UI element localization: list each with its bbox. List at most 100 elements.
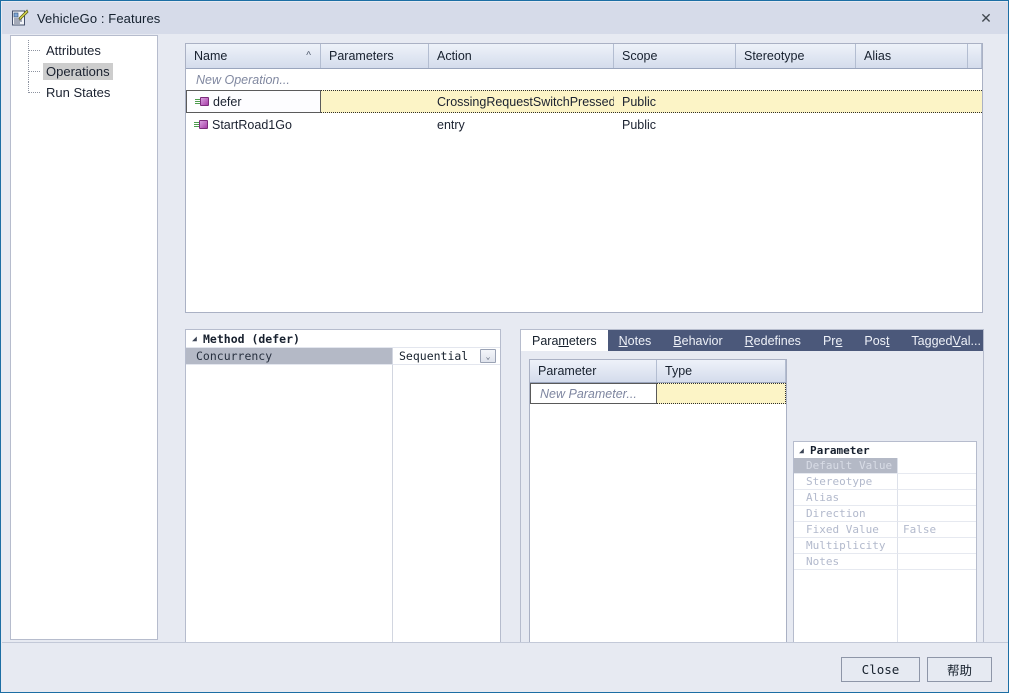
parameter-property-label: Fixed Value: [794, 522, 898, 538]
dialog-body: Attributes Operations Run States Name ^ Para…: [2, 34, 1008, 668]
operation-icon: [194, 119, 208, 131]
parameter-property-row[interactable]: Multiplicity: [794, 538, 976, 554]
sidebar-item-run-states[interactable]: Run States: [11, 82, 157, 103]
new-operation-input[interactable]: New Operation...: [186, 69, 321, 90]
param-column-header-parameter[interactable]: Parameter: [530, 360, 657, 382]
column-header-scope[interactable]: Scope: [614, 44, 736, 68]
cell-scope[interactable]: Public: [614, 113, 736, 136]
tab-tagged-val[interactable]: Tagged Val...: [900, 330, 983, 351]
chevron-down-icon[interactable]: ⌄: [480, 349, 496, 363]
operation-name-label: defer: [213, 94, 242, 109]
parameter-property-value[interactable]: [898, 554, 976, 570]
column-header-stereotype[interactable]: Stereotype: [736, 44, 856, 68]
parameter-group-header[interactable]: ◢ Parameter: [794, 442, 976, 458]
operations-grid-header: Name ^ Parameters Action Scope Stereotype Alia…: [186, 44, 982, 69]
parameter-property-value[interactable]: [898, 458, 976, 474]
cell-action[interactable]: CrossingRequestSwitchPressed: [429, 91, 614, 112]
property-value-text: Sequential: [399, 349, 469, 363]
column-header-name[interactable]: Name ^: [186, 44, 321, 68]
parameter-property-row[interactable]: Direction: [794, 506, 976, 522]
method-filler-left: [186, 365, 393, 667]
collapse-twisty-icon[interactable]: ◢: [192, 334, 203, 343]
parameters-grid: Parameter Type New Parameter...: [529, 359, 787, 649]
tree-list: Attributes Operations Run States: [11, 36, 157, 103]
column-header-action[interactable]: Action: [429, 44, 614, 68]
tree-item-label: Attributes: [46, 43, 101, 58]
column-header-label: Parameters: [329, 49, 394, 63]
tree-item-label: Operations: [43, 63, 113, 80]
tab-pre[interactable]: Pr e: [812, 330, 853, 351]
cell-action[interactable]: entry: [429, 113, 614, 136]
cell-stereotype[interactable]: [736, 91, 856, 112]
feature-category-tree: Attributes Operations Run States: [10, 35, 158, 640]
close-icon[interactable]: ✕: [963, 2, 1008, 34]
table-row[interactable]: defer CrossingRequestSwitchPressed Public: [186, 90, 982, 113]
column-header-label: Alias: [864, 49, 892, 63]
table-row[interactable]: StartRoad1Go entry Public: [186, 113, 982, 136]
tree-connector-line: [28, 50, 40, 52]
cell-scope[interactable]: Public: [614, 91, 736, 112]
parameters-new-row[interactable]: New Parameter...: [530, 383, 786, 404]
cell-parameters[interactable]: [321, 113, 429, 136]
dialog-footer: Close 帮助: [2, 642, 1008, 692]
parameter-property-row[interactable]: Stereotype: [794, 474, 976, 490]
new-parameter-input[interactable]: New Parameter...: [530, 383, 657, 404]
property-value[interactable]: Sequential ⌄: [393, 348, 500, 365]
method-grid-filler: [186, 365, 500, 667]
sidebar-item-attributes[interactable]: Attributes: [11, 40, 157, 61]
method-group-title: Method (defer): [203, 331, 300, 346]
parameter-property-label: Notes: [794, 554, 898, 570]
param-column-header-type[interactable]: Type: [657, 360, 786, 382]
tab-notes[interactable]: Notes: [608, 330, 663, 351]
cell-parameters[interactable]: [321, 91, 429, 112]
tab-strip: Para m eters Notes Behavior Redefines Pr e Pos t T…: [521, 330, 983, 351]
method-group-header[interactable]: ◢ Method (defer): [186, 330, 500, 348]
column-header-blank[interactable]: [968, 44, 982, 68]
tab-behavior[interactable]: Behavior: [662, 330, 733, 351]
features-dialog: VehicleGo : Features ✕ Attributes Operati…: [0, 0, 1009, 693]
operations-grid-rows: New Operation... defer CrossingRequestSwit…: [186, 69, 982, 136]
parameter-property-value[interactable]: [898, 490, 976, 506]
parameter-property-row[interactable]: Alias: [794, 490, 976, 506]
cell-blank[interactable]: [968, 91, 982, 112]
parameter-property-row[interactable]: Notes: [794, 554, 976, 570]
parameter-property-value[interactable]: False: [898, 522, 976, 538]
parameter-property-row[interactable]: Fixed Value False: [794, 522, 976, 538]
method-rows: Concurrency Sequential ⌄: [186, 348, 500, 365]
column-header-alias[interactable]: Alias: [856, 44, 968, 68]
new-parameter-type-cell[interactable]: [657, 383, 786, 404]
tree-item-label: Run States: [46, 85, 111, 100]
cell-name[interactable]: defer: [186, 90, 321, 113]
close-button[interactable]: Close: [841, 657, 920, 682]
cell-alias[interactable]: [856, 113, 968, 136]
title-bar: VehicleGo : Features ✕: [2, 2, 1008, 34]
parameter-property-value[interactable]: [898, 474, 976, 490]
parameter-property-label: Direction: [794, 506, 898, 522]
collapse-twisty-icon[interactable]: ◢: [799, 446, 810, 455]
cell-alias[interactable]: [856, 91, 968, 112]
parameter-property-label: Multiplicity: [794, 538, 898, 554]
parameter-grid-filler: [794, 570, 976, 648]
help-button[interactable]: 帮助: [927, 657, 992, 682]
cell-name[interactable]: StartRoad1Go: [186, 113, 321, 136]
method-property-grid: ◢ Method (defer) Concurrency Sequential ⌄: [185, 329, 501, 668]
window-title: VehicleGo : Features: [37, 10, 161, 26]
column-header-parameters[interactable]: Parameters: [321, 44, 429, 68]
cell-stereotype[interactable]: [736, 113, 856, 136]
parameters-grid-header: Parameter Type: [530, 360, 786, 383]
cell-blank[interactable]: [968, 113, 982, 136]
tab-post[interactable]: Pos t: [853, 330, 900, 351]
parameter-property-value[interactable]: [898, 506, 976, 522]
new-operation-row[interactable]: New Operation...: [186, 69, 982, 90]
parameter-property-row[interactable]: Default Value: [794, 458, 976, 474]
tree-connector-line: [28, 71, 40, 73]
tab-parameters[interactable]: Para m eters: [521, 330, 608, 351]
property-row[interactable]: Concurrency Sequential ⌄: [186, 348, 500, 365]
parameter-property-value[interactable]: [898, 538, 976, 554]
column-header-label: Stereotype: [744, 49, 805, 63]
tab-redefines[interactable]: Redefines: [734, 330, 812, 351]
property-label: Concurrency: [186, 348, 393, 365]
operations-grid: Name ^ Parameters Action Scope Stereotype Alia…: [185, 43, 983, 313]
column-header-label: Name: [194, 49, 228, 63]
sidebar-item-operations[interactable]: Operations: [11, 61, 157, 82]
